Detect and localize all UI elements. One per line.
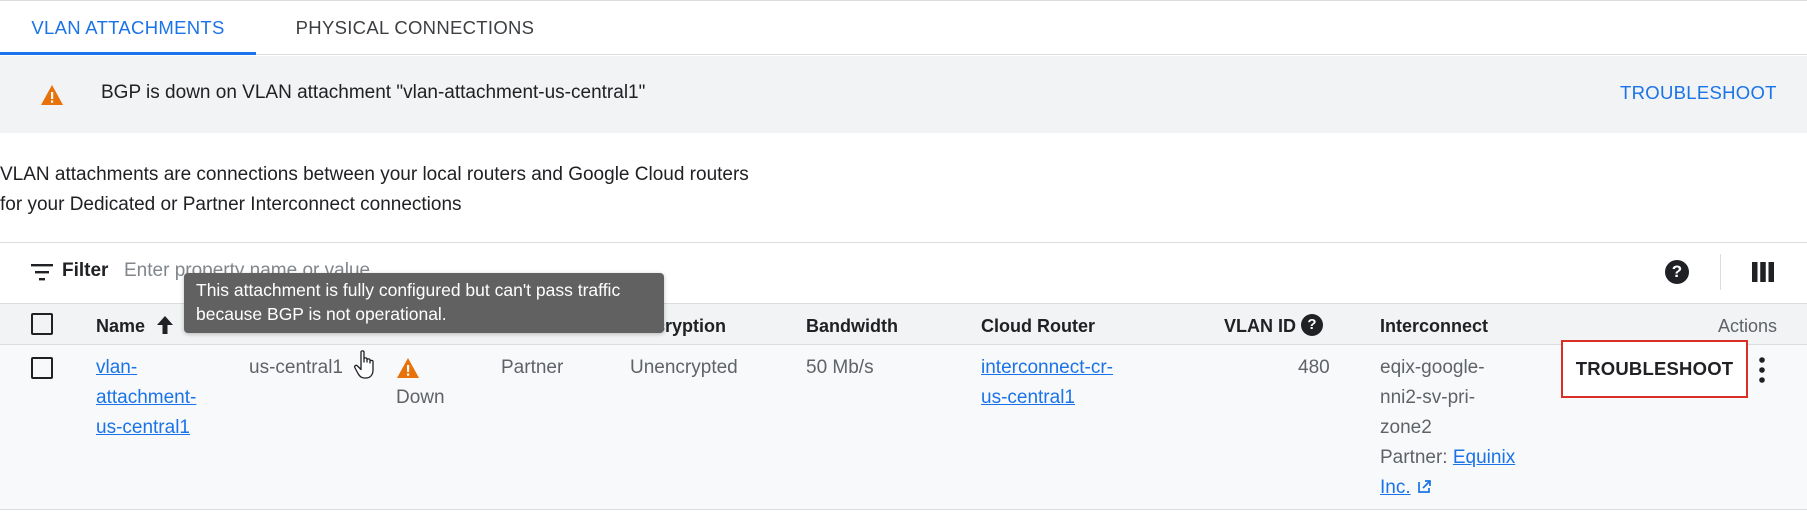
tooltip-line-1: This attachment is fully configured but … bbox=[196, 280, 621, 300]
cloud-router-line[interactable]: us-central1 bbox=[981, 383, 1113, 413]
active-tab-indicator bbox=[0, 52, 256, 55]
toolbar-divider bbox=[1720, 254, 1721, 290]
status-tooltip: This attachment is fully configured but … bbox=[184, 273, 664, 333]
description-line-1: VLAN attachments are connections between… bbox=[0, 164, 749, 185]
help-icon[interactable]: ? bbox=[1665, 260, 1689, 284]
bgp-warning-banner: BGP is down on VLAN attachment "vlan-att… bbox=[0, 56, 1807, 133]
partner-line: Partner: Equinix bbox=[1380, 443, 1515, 473]
interconnect-line: nni2-sv-pri- bbox=[1380, 387, 1476, 408]
warning-icon bbox=[41, 85, 63, 105]
bandwidth-cell: 50 Mb/s bbox=[806, 357, 874, 378]
column-header-actions: Actions bbox=[1718, 316, 1778, 336]
column-display-icon[interactable] bbox=[1752, 262, 1774, 282]
column-header-vlan-id[interactable]: VLAN ID bbox=[1224, 316, 1296, 337]
cloud-router-link[interactable]: interconnect-cr- us-central1 bbox=[981, 353, 1113, 413]
external-link-icon[interactable] bbox=[1417, 479, 1432, 494]
partner-link[interactable]: Equinix bbox=[1453, 447, 1515, 468]
name-line[interactable]: us-central1 bbox=[96, 413, 196, 443]
partner-line-2: Inc. bbox=[1380, 473, 1515, 503]
name-line[interactable]: attachment- bbox=[96, 383, 196, 413]
select-all-checkbox[interactable] bbox=[31, 313, 53, 335]
column-header-interconnect[interactable]: Interconnect bbox=[1380, 316, 1488, 337]
banner-troubleshoot-link[interactable]: TROUBLESHOOT bbox=[1620, 82, 1777, 104]
table-row: vlan- attachment- us-central1 us-central… bbox=[0, 340, 1807, 510]
interconnect-cell: eqix-google- nni2-sv-pri- zone2 Partner:… bbox=[1380, 353, 1515, 503]
tab-physical-connections[interactable]: PHYSICAL CONNECTIONS bbox=[290, 1, 540, 55]
interconnect-line: zone2 bbox=[1380, 417, 1432, 438]
column-header-bandwidth[interactable]: Bandwidth bbox=[806, 316, 898, 337]
type-cell: Partner bbox=[501, 357, 564, 378]
filter-label: Filter bbox=[62, 260, 109, 281]
row-checkbox[interactable] bbox=[31, 357, 53, 379]
more-vert-icon[interactable] bbox=[1752, 355, 1772, 385]
tooltip-line-2: because BGP is not operational. bbox=[196, 304, 447, 324]
filter-icon[interactable] bbox=[31, 263, 53, 281]
sort-ascending-icon[interactable] bbox=[155, 314, 175, 336]
cloud-router-line[interactable]: interconnect-cr- bbox=[981, 353, 1113, 383]
column-header-cloud-router[interactable]: Cloud Router bbox=[981, 316, 1095, 337]
hand-pointer-cursor-icon bbox=[353, 350, 374, 379]
row-troubleshoot-button[interactable]: TROUBLESHOOT bbox=[1561, 340, 1748, 398]
status-cell: Down bbox=[396, 387, 445, 408]
partner-label: Partner: bbox=[1380, 447, 1448, 468]
interconnect-line: eqix-google- bbox=[1380, 357, 1485, 378]
description-line-2: for your Dedicated or Partner Interconne… bbox=[0, 194, 462, 215]
column-header-name[interactable]: Name bbox=[96, 316, 145, 337]
banner-message: BGP is down on VLAN attachment "vlan-att… bbox=[101, 82, 646, 103]
name-line[interactable]: vlan- bbox=[96, 353, 196, 383]
warning-icon bbox=[397, 358, 419, 378]
tab-bar: VLAN ATTACHMENTS PHYSICAL CONNECTIONS bbox=[0, 1, 1807, 55]
encryption-cell: Unencrypted bbox=[630, 357, 738, 378]
tab-vlan-attachments[interactable]: VLAN ATTACHMENTS bbox=[0, 1, 256, 55]
divider bbox=[0, 242, 1807, 243]
region-cell: us-central1 bbox=[249, 357, 343, 378]
vlan-id-cell: 480 bbox=[1298, 357, 1330, 378]
vlan-id-help-icon[interactable]: ? bbox=[1301, 314, 1323, 336]
partner-link-continued[interactable]: Inc. bbox=[1380, 477, 1411, 498]
attachment-name-link[interactable]: vlan- attachment- us-central1 bbox=[96, 353, 196, 443]
page-description: VLAN attachments are connections between… bbox=[0, 160, 749, 220]
